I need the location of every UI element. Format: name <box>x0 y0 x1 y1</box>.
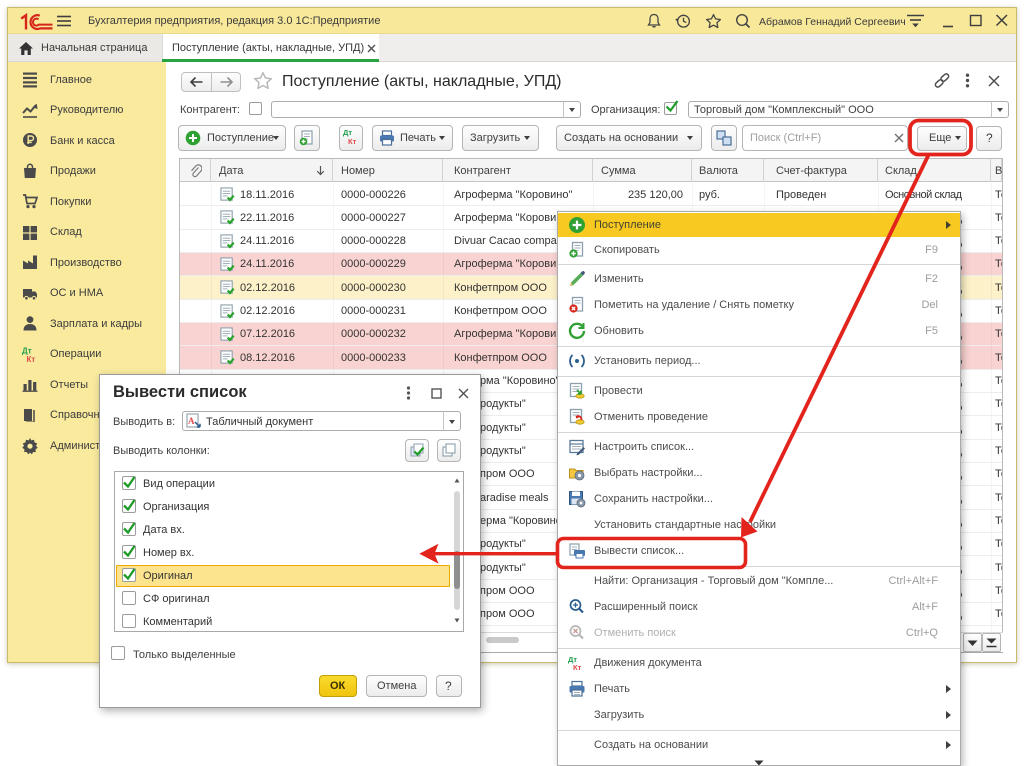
svg-text:A: A <box>188 416 195 426</box>
svg-text:Кт: Кт <box>27 355 36 364</box>
svg-text:Кт: Кт <box>573 663 582 672</box>
